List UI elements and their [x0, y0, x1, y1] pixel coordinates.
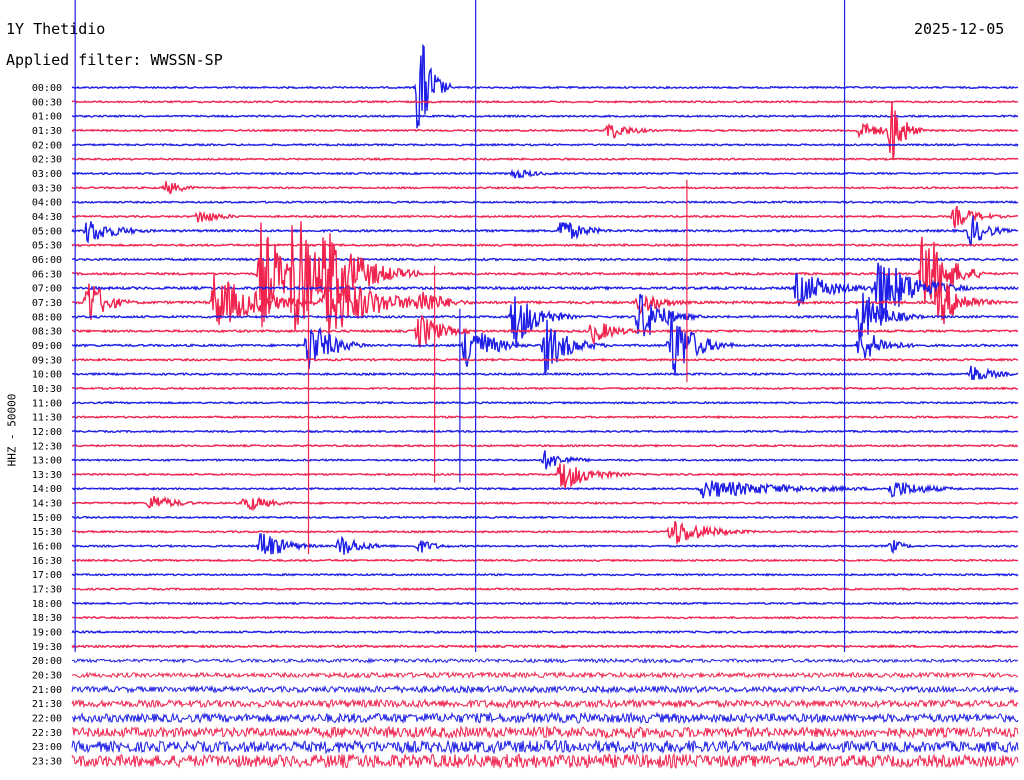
- trace-row-1230: [71, 443, 1019, 448]
- trace-row-1430: [71, 495, 1019, 512]
- time-label: 04:00: [32, 198, 62, 209]
- trace-row-0930: [71, 357, 1019, 362]
- time-label: 17:00: [32, 570, 62, 581]
- time-label: 12:00: [32, 427, 62, 438]
- time-label: 13:00: [32, 456, 62, 467]
- time-label: 08:00: [32, 312, 62, 323]
- trace-row-0030: [71, 99, 1019, 104]
- trace-row-0530: [71, 242, 1019, 248]
- time-label: 16:30: [32, 556, 62, 567]
- time-label: 06:00: [32, 255, 62, 266]
- time-label: 05:30: [32, 241, 62, 252]
- time-label: 08:30: [32, 327, 62, 338]
- time-label: 11:30: [32, 413, 62, 424]
- time-label: 06:30: [32, 269, 62, 280]
- time-label: 21:30: [32, 699, 62, 710]
- time-label: 18:00: [32, 599, 62, 610]
- time-label: 09:30: [32, 355, 62, 366]
- time-label: 07:30: [32, 298, 62, 309]
- time-label: 02:00: [32, 140, 62, 151]
- trace-group: [71, 43, 1019, 770]
- time-label: 23:00: [32, 742, 62, 753]
- time-label: 02:30: [32, 155, 62, 166]
- time-label: 01:00: [32, 112, 62, 123]
- time-label: 14:30: [32, 499, 62, 510]
- trace-row-2200: [71, 711, 1019, 724]
- trace-row-1330: [71, 463, 1019, 490]
- time-label: 21:00: [32, 685, 62, 696]
- trace-row-2100: [71, 684, 1019, 695]
- trace-row-1530: [71, 520, 1019, 544]
- time-label: 19:30: [32, 642, 62, 653]
- time-label: 20:30: [32, 671, 62, 682]
- trace-row-0900: [71, 316, 1019, 376]
- time-label: 00:00: [32, 83, 62, 94]
- trace-row-1200: [71, 429, 1019, 434]
- trace-row-0400: [71, 200, 1019, 205]
- time-label: 03:30: [32, 183, 62, 194]
- seismogram-plot: 00:00 00:30 01:00 01:30 02:00 02:30 03:00 03:30…: [32, 0, 1019, 770]
- trace-row-0100: [71, 114, 1019, 119]
- time-label: 10:00: [32, 370, 62, 381]
- time-label: 20:00: [32, 656, 62, 667]
- trace-row-1700: [71, 572, 1019, 577]
- trace-row-0730: [71, 274, 1019, 336]
- trace-row-2030: [71, 670, 1019, 680]
- trace-row-0330: [71, 181, 1019, 195]
- trace-row-2230: [71, 725, 1019, 740]
- time-label: 00:30: [32, 97, 62, 108]
- trace-row-0300: [71, 168, 1019, 179]
- trace-row-1030: [71, 386, 1019, 391]
- time-label: 12:30: [32, 441, 62, 452]
- time-label: 10:30: [32, 384, 62, 395]
- trace-row-1100: [71, 400, 1019, 405]
- time-label: 18:30: [32, 613, 62, 624]
- time-label: 13:30: [32, 470, 62, 481]
- trace-row-1400: [71, 480, 1019, 499]
- trace-row-2000: [71, 657, 1019, 665]
- time-label: 22:30: [32, 728, 62, 739]
- trace-row-1830: [71, 615, 1019, 620]
- trace-row-0430: [71, 205, 1019, 229]
- trace-row-1900: [71, 629, 1019, 635]
- time-label: 15:00: [32, 513, 62, 524]
- time-label: 14:00: [32, 484, 62, 495]
- time-label: 09:00: [32, 341, 62, 352]
- trace-row-1800: [71, 601, 1019, 606]
- time-label: 16:00: [32, 542, 62, 553]
- trace-row-1300: [71, 450, 1019, 470]
- time-label: 17:30: [32, 585, 62, 596]
- time-label: 11:00: [32, 398, 62, 409]
- time-label: 04:30: [32, 212, 62, 223]
- time-label: 05:00: [32, 226, 62, 237]
- time-label: 07:00: [32, 284, 62, 295]
- trace-row-1500: [71, 515, 1019, 520]
- time-label: 19:00: [32, 628, 62, 639]
- helicorder-page: 1Y Thetidio 2025-12-05 Applied filter: W…: [0, 0, 1024, 780]
- trace-row-1630: [71, 558, 1019, 563]
- trace-row-0200: [71, 142, 1019, 147]
- trace-row-2130: [71, 697, 1019, 710]
- trace-row-0130: [71, 101, 1019, 160]
- trace-row-2300: [71, 739, 1019, 755]
- trace-row-1130: [71, 415, 1019, 420]
- time-label: 01:30: [32, 126, 62, 137]
- trace-row-0500: [71, 215, 1019, 247]
- trace-row-0230: [71, 157, 1019, 162]
- trace-row-1930: [71, 643, 1019, 649]
- trace-row-1730: [71, 587, 1019, 592]
- time-label: 03:00: [32, 169, 62, 180]
- time-label: 22:00: [32, 714, 62, 725]
- time-label: 23:30: [32, 757, 62, 768]
- trace-row-1600: [71, 533, 1019, 555]
- trace-row-0600: [71, 257, 1019, 262]
- time-tick-group: 00:00 00:30 01:00 01:30 02:00 02:30 03:00 03:30…: [32, 83, 62, 768]
- time-label: 15:30: [32, 527, 62, 538]
- trace-row-2330: [71, 752, 1019, 770]
